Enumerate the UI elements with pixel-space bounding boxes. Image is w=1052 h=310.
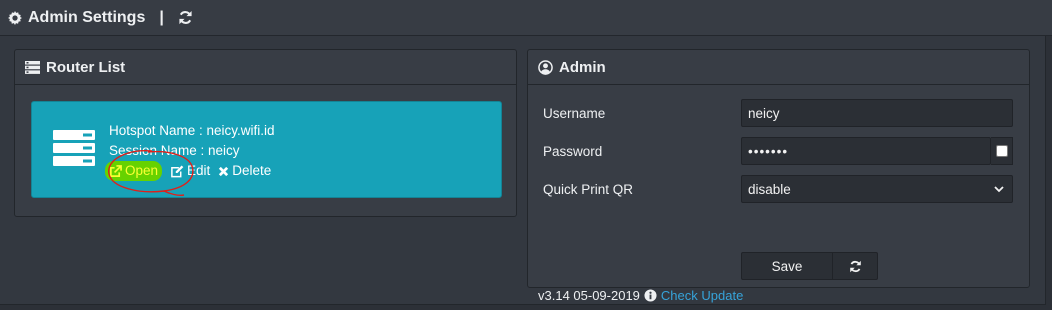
reload-button[interactable] bbox=[833, 252, 878, 280]
username-row: Username neicy bbox=[543, 99, 1013, 127]
refresh-button[interactable] bbox=[178, 10, 193, 25]
router-tile: Hotspot Name : neicy.wifi.id Session Nam… bbox=[31, 101, 502, 198]
quick-print-value: disable bbox=[748, 181, 791, 197]
router-actions: Open Edit Delete bbox=[105, 161, 275, 181]
username-input[interactable]: neicy bbox=[741, 99, 1013, 127]
refresh-icon bbox=[849, 260, 861, 272]
page-title-label: Admin Settings bbox=[28, 8, 146, 26]
version-info: v3.14 05-09-2019 Check Update bbox=[538, 288, 743, 303]
quick-print-label: Quick Print QR bbox=[543, 181, 634, 197]
delete-router-link[interactable]: Delete bbox=[218, 161, 271, 181]
admin-card: Admin Username neicy Password ••••••• Qu… bbox=[527, 49, 1030, 303]
open-router-link[interactable]: Open bbox=[105, 161, 163, 181]
router-list-card: Router List Hotspot Name : neicy.wifi.id… bbox=[14, 49, 517, 217]
router-list-title: Router List bbox=[46, 58, 126, 76]
gear-icon bbox=[8, 10, 22, 25]
edit-router-link[interactable]: Edit bbox=[170, 161, 210, 181]
user-circle-icon bbox=[538, 59, 553, 75]
admin-header: Admin bbox=[528, 50, 1029, 85]
main-panel: Router List Hotspot Name : neicy.wifi.id… bbox=[0, 36, 1046, 305]
router-list-header: Router List bbox=[15, 50, 516, 85]
delete-label: Delete bbox=[232, 163, 272, 178]
username-label: Username bbox=[543, 105, 606, 121]
hotspot-name: Hotspot Name : neicy.wifi.id bbox=[109, 123, 275, 138]
check-update-link[interactable]: Check Update bbox=[661, 288, 743, 303]
close-icon bbox=[219, 166, 229, 176]
show-password-checkbox[interactable] bbox=[991, 137, 1013, 165]
info-icon bbox=[644, 289, 657, 302]
title-separator: | bbox=[159, 8, 164, 26]
admin-title: Admin bbox=[559, 58, 606, 76]
server-icon bbox=[53, 130, 95, 166]
admin-buttons: Save bbox=[741, 252, 878, 280]
session-name: Session Name : neicy bbox=[109, 143, 240, 158]
external-link-icon bbox=[110, 164, 122, 177]
quick-print-row: Quick Print QR disable bbox=[543, 175, 1013, 203]
list-icon bbox=[25, 60, 40, 74]
edit-label: Edit bbox=[187, 163, 211, 178]
password-label: Password bbox=[543, 143, 603, 159]
chevron-down-icon bbox=[994, 185, 1004, 192]
version-text: v3.14 05-09-2019 bbox=[538, 288, 640, 303]
page-title: Admin Settings bbox=[8, 9, 145, 27]
edit-icon bbox=[171, 164, 184, 177]
password-input[interactable]: ••••••• bbox=[741, 137, 991, 165]
save-button[interactable]: Save bbox=[741, 252, 833, 280]
refresh-icon bbox=[179, 10, 192, 25]
password-row: Password ••••••• bbox=[543, 137, 1013, 165]
top-bar: Admin Settings | bbox=[0, 0, 1052, 36]
quick-print-select[interactable]: disable bbox=[741, 175, 1013, 203]
router-info: Hotspot Name : neicy.wifi.id Session Nam… bbox=[105, 121, 275, 181]
open-label: Open bbox=[125, 163, 159, 178]
